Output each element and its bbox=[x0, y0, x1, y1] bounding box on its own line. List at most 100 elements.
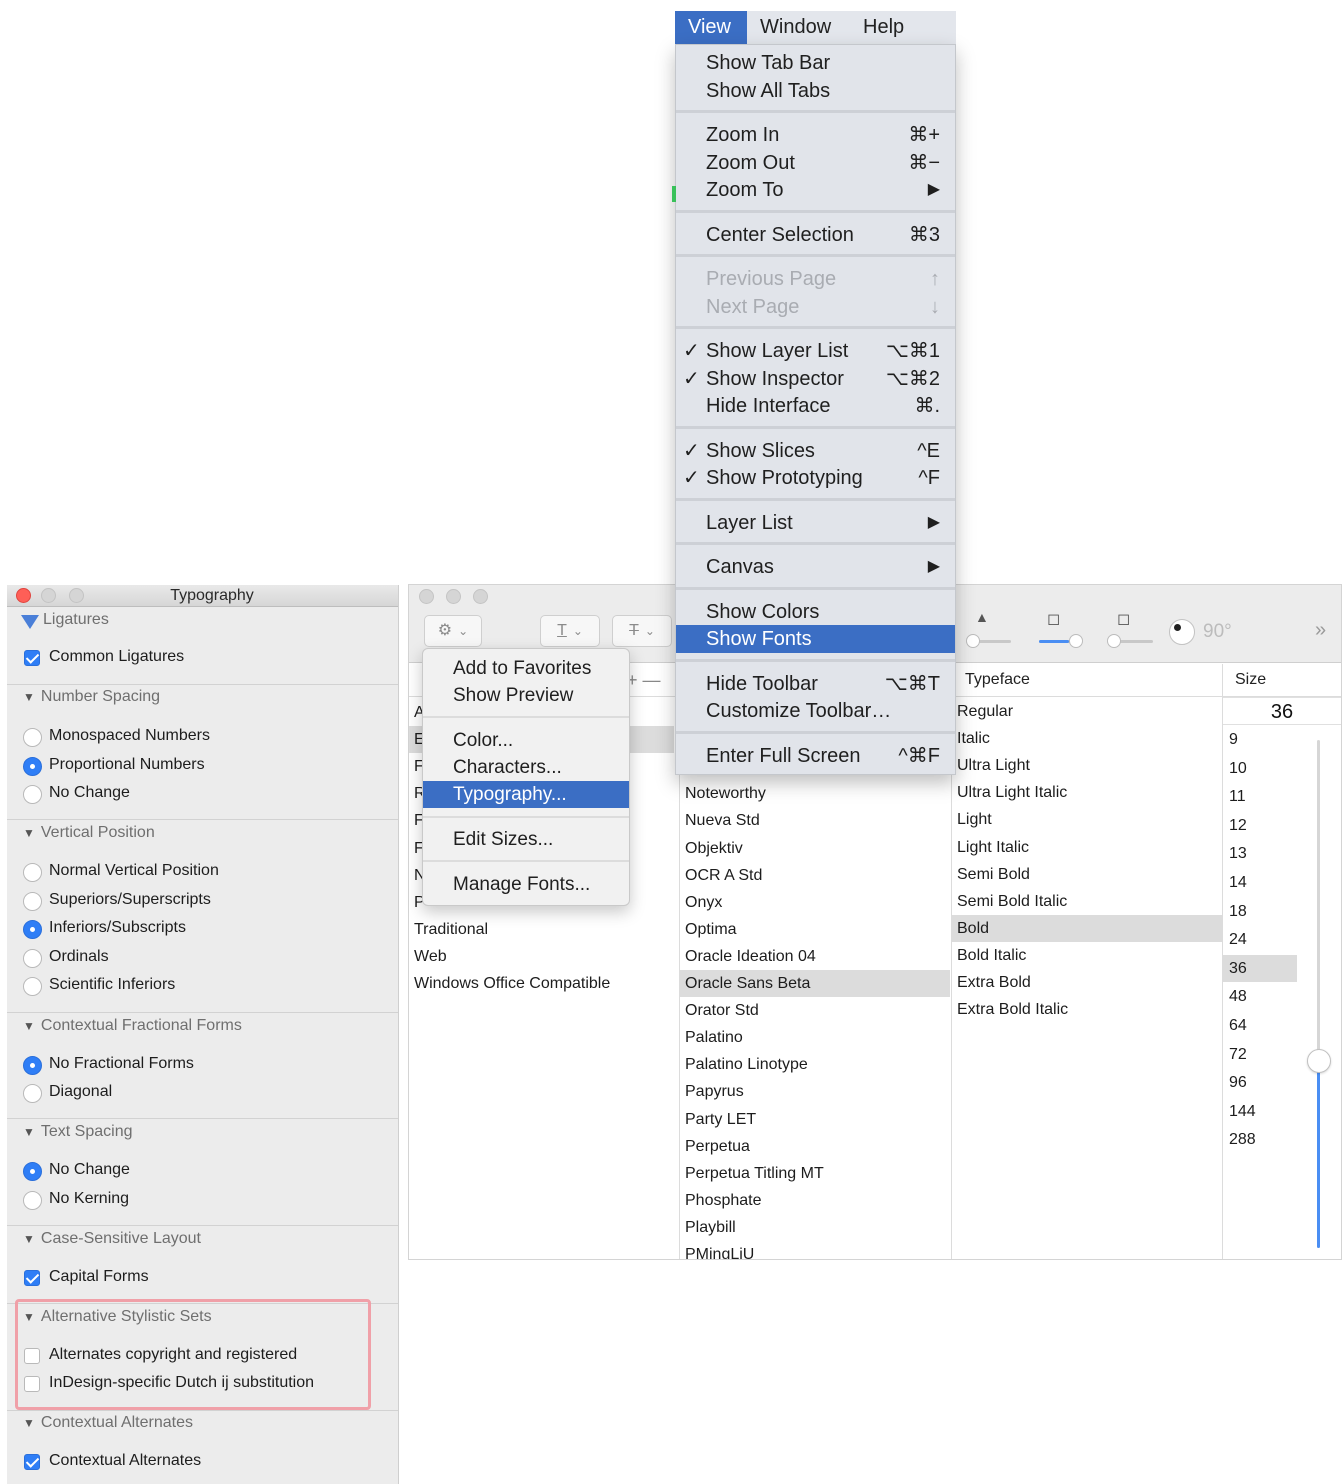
radio-option-no-change[interactable]: No Change bbox=[23, 1161, 383, 1183]
view-menu-item-customize-toolbar[interactable]: Customize Toolbar… bbox=[676, 697, 955, 725]
radio-button[interactable] bbox=[23, 977, 42, 996]
size-item[interactable]: 13 bbox=[1223, 840, 1297, 867]
checkbox[interactable] bbox=[24, 1376, 40, 1392]
size-item[interactable]: 10 bbox=[1223, 755, 1297, 782]
view-menu-item-show-prototyping[interactable]: ✓ Show Prototyping ^F bbox=[676, 464, 955, 492]
radio-button[interactable] bbox=[23, 1162, 42, 1181]
close-window-button[interactable] bbox=[419, 589, 434, 604]
font-family-item[interactable]: Oracle Ideation 04 bbox=[680, 943, 950, 970]
zoom-window-button[interactable] bbox=[473, 589, 488, 604]
view-menu-item-zoom-in[interactable]: Zoom In ⌘+ bbox=[676, 121, 955, 149]
radio-button[interactable] bbox=[23, 757, 42, 776]
radio-button[interactable] bbox=[23, 1056, 42, 1075]
gear-menu-item-edit-sizes[interactable]: Edit Sizes... bbox=[423, 826, 629, 853]
shadow-opacity-knob[interactable] bbox=[966, 634, 980, 648]
size-item[interactable]: 12 bbox=[1223, 812, 1297, 839]
section-header-case-sensitive-layout[interactable]: ▼ Case-Sensitive Layout bbox=[23, 1230, 201, 1248]
typeface-item[interactable]: Light bbox=[952, 806, 1222, 833]
font-family-item[interactable]: Palatino bbox=[680, 1024, 950, 1051]
font-family-item[interactable]: PMingLiU bbox=[680, 1241, 950, 1259]
radio-button[interactable] bbox=[23, 949, 42, 968]
radio-option-superiors-superscripts[interactable]: Superiors/Superscripts bbox=[23, 891, 383, 913]
font-family-item[interactable]: Optima bbox=[680, 916, 950, 943]
font-family-item[interactable]: Papyrus bbox=[680, 1078, 950, 1105]
checkbox-option-alternates-copyright-and-registered[interactable]: Alternates copyright and registered bbox=[23, 1346, 383, 1368]
minimize-window-button[interactable] bbox=[446, 589, 461, 604]
checkbox-option-indesign-specific-dutch-ij-substitution[interactable]: InDesign-specific Dutch ij substitution bbox=[23, 1374, 383, 1396]
gear-menu-item-characters[interactable]: Characters... bbox=[423, 754, 629, 781]
view-menu-item-show-layer-list[interactable]: ✓ Show Layer List ⌥⌘1 bbox=[676, 337, 955, 365]
size-item[interactable]: 288 bbox=[1223, 1126, 1297, 1153]
typeface-item[interactable]: Italic bbox=[952, 725, 1222, 752]
radio-option-no-fractional-forms[interactable]: No Fractional Forms bbox=[23, 1055, 383, 1077]
size-slider-knob[interactable] bbox=[1307, 1049, 1331, 1073]
view-menu-item-center-selection[interactable]: Center Selection ⌘3 bbox=[676, 221, 955, 249]
view-menu-item-show-slices[interactable]: ✓ Show Slices ^E bbox=[676, 437, 955, 465]
view-menu-item-show-inspector[interactable]: ✓ Show Inspector ⌥⌘2 bbox=[676, 365, 955, 393]
size-item[interactable]: 14 bbox=[1223, 869, 1297, 896]
radio-option-normal-vertical-position[interactable]: Normal Vertical Position bbox=[23, 862, 383, 884]
font-family-item[interactable]: Objektiv bbox=[680, 835, 950, 862]
font-family-item[interactable]: Onyx bbox=[680, 889, 950, 916]
typeface-item[interactable]: Light Italic bbox=[952, 834, 1222, 861]
view-menu-item-layer-list[interactable]: Layer List ▶ bbox=[676, 509, 955, 537]
view-menu-item-hide-toolbar[interactable]: Hide Toolbar ⌥⌘T bbox=[676, 670, 955, 698]
menubar-item-view[interactable]: View bbox=[675, 11, 747, 44]
collection-item[interactable]: Traditional bbox=[409, 916, 674, 943]
size-input[interactable]: 36 bbox=[1223, 697, 1341, 725]
typeface-item[interactable]: Ultra Light Italic bbox=[952, 779, 1222, 806]
disclosure-triangle-icon[interactable]: ▼ bbox=[23, 1232, 35, 1246]
text-strikethrough-button[interactable]: T ⌄ bbox=[612, 615, 672, 647]
view-menu-item-show-fonts[interactable]: Show Fonts bbox=[676, 625, 955, 653]
view-menu-item-show-all-tabs[interactable]: Show All Tabs bbox=[676, 77, 955, 105]
radio-button[interactable] bbox=[23, 728, 42, 747]
size-item[interactable]: 18 bbox=[1223, 898, 1297, 925]
radio-option-proportional-numbers[interactable]: Proportional Numbers bbox=[23, 756, 383, 778]
toolbar-overflow-icon[interactable]: » bbox=[1315, 619, 1326, 642]
view-menu-item-hide-interface[interactable]: Hide Interface ⌘. bbox=[676, 392, 955, 420]
gear-menu-item-manage-fonts[interactable]: Manage Fonts... bbox=[423, 871, 629, 898]
radio-button[interactable] bbox=[23, 863, 42, 882]
radio-option-inferiors-subscripts[interactable]: Inferiors/Subscripts bbox=[23, 919, 383, 941]
gear-menu-item-typography[interactable]: Typography... bbox=[423, 781, 629, 809]
size-item[interactable]: 64 bbox=[1223, 1012, 1297, 1039]
add-remove-collection-buttons[interactable]: + — bbox=[627, 665, 661, 697]
menubar-item-window[interactable]: Window bbox=[748, 11, 848, 44]
font-family-item[interactable]: Nueva Std bbox=[680, 807, 950, 834]
section-header-text-spacing[interactable]: ▼ Text Spacing bbox=[23, 1123, 133, 1141]
section-header-alternative-stylistic-sets[interactable]: ▼ Alternative Stylistic Sets bbox=[23, 1308, 212, 1326]
radio-button[interactable] bbox=[23, 1084, 42, 1103]
gear-menu-item-color[interactable]: Color... bbox=[423, 727, 629, 754]
font-family-item[interactable]: Orator Std bbox=[680, 997, 950, 1024]
size-item[interactable]: 96 bbox=[1223, 1069, 1297, 1096]
font-family-item[interactable]: Party LET bbox=[680, 1106, 950, 1133]
size-item[interactable]: 11 bbox=[1223, 783, 1297, 810]
size-item[interactable]: 72 bbox=[1223, 1041, 1297, 1068]
font-family-item[interactable]: Perpetua Titling MT bbox=[680, 1160, 950, 1187]
section-header-ligatures[interactable]: Ligatures bbox=[43, 611, 109, 629]
radio-button[interactable] bbox=[23, 892, 42, 911]
checkbox[interactable] bbox=[24, 1270, 40, 1286]
radio-option-no-kerning[interactable]: No Kerning bbox=[23, 1190, 383, 1212]
menubar-item-help[interactable]: Help bbox=[851, 11, 921, 44]
disclosure-triangle-icon[interactable]: ▼ bbox=[23, 1310, 35, 1324]
section-header-number-spacing[interactable]: ▼ Number Spacing bbox=[23, 688, 160, 706]
size-item[interactable]: 9 bbox=[1223, 726, 1297, 753]
font-family-item[interactable]: Noteworthy bbox=[680, 780, 950, 807]
font-family-item[interactable]: Perpetua bbox=[680, 1133, 950, 1160]
shadow-blur-knob[interactable] bbox=[1069, 634, 1083, 648]
view-menu-item-canvas[interactable]: Canvas ▶ bbox=[676, 553, 955, 581]
disclosure-triangle-icon[interactable] bbox=[21, 615, 39, 629]
text-underline-button[interactable]: T ⌄ bbox=[540, 615, 600, 647]
size-item[interactable]: 24 bbox=[1223, 926, 1297, 953]
typeface-item[interactable]: Ultra Light bbox=[952, 752, 1222, 779]
radio-option-ordinals[interactable]: Ordinals bbox=[23, 948, 383, 970]
checkbox[interactable] bbox=[24, 650, 40, 666]
action-gear-button[interactable]: ⚙ ⌄ bbox=[424, 615, 482, 647]
typeface-item[interactable]: Regular bbox=[952, 698, 1222, 725]
gear-menu-item-show-preview[interactable]: Show Preview bbox=[423, 682, 629, 709]
typeface-item[interactable]: Semi Bold bbox=[952, 861, 1222, 888]
collection-item[interactable]: Windows Office Compatible bbox=[409, 970, 674, 997]
radio-option-no-change[interactable]: No Change bbox=[23, 784, 383, 806]
radio-option-monospaced-numbers[interactable]: Monospaced Numbers bbox=[23, 727, 383, 749]
